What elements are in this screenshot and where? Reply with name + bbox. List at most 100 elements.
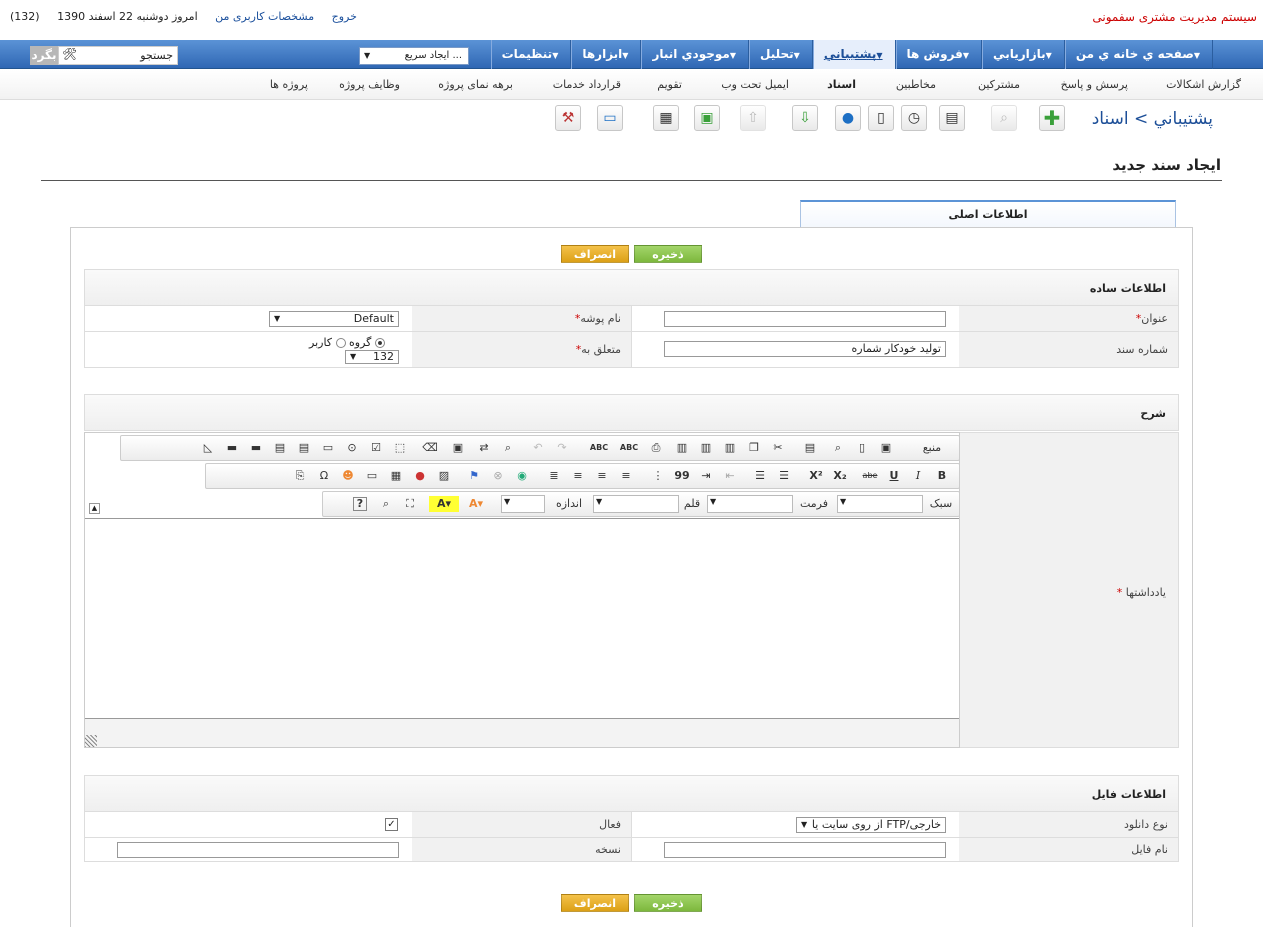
hidden-field-icon[interactable]: ◺ (199, 440, 217, 456)
templates-icon[interactable]: ▤ (801, 440, 819, 456)
preview-icon[interactable]: ⌕ (829, 440, 847, 456)
breadcrumb-current[interactable]: اسناد (1092, 109, 1129, 129)
add-icon[interactable]: ✚ (1039, 105, 1065, 131)
bg-color-icon[interactable]: A▾ (429, 496, 459, 512)
align-right-icon[interactable]: ≡ (569, 468, 587, 484)
print-icon[interactable]: ⎙ (647, 440, 665, 456)
subnav-project-milestones[interactable]: برهه نمای پروژه (438, 78, 513, 91)
link-icon[interactable]: ◉ (513, 468, 531, 484)
title-input[interactable] (664, 311, 946, 327)
save-icon[interactable]: ▣ (877, 440, 895, 456)
preview-icon[interactable]: ▦ (653, 105, 679, 131)
cut-icon[interactable]: ✂ (769, 440, 787, 456)
find-icon[interactable]: ⌕ (499, 440, 517, 456)
superscript-icon[interactable]: X² (807, 468, 825, 484)
text-color-icon[interactable]: A▾ (461, 496, 491, 512)
assign-user-select[interactable]: ▼ 132 (345, 350, 399, 364)
quick-create-select[interactable]: ▼ ایجاد سریع ... (359, 47, 469, 65)
folder-select[interactable]: ▼ Default (269, 311, 399, 327)
copy-icon[interactable]: ❐ (745, 440, 763, 456)
subnav-subscribers[interactable]: مشترکین (978, 78, 1020, 91)
page-break-icon[interactable]: ⎘ (291, 468, 309, 484)
select-all-icon[interactable]: ▣ (449, 440, 467, 456)
subscript-icon[interactable]: X₂ (831, 468, 849, 484)
maximize-icon[interactable]: ⛶ (401, 496, 419, 512)
div-container-icon[interactable]: ⋮ (649, 468, 667, 484)
search-button[interactable]: بگرد (30, 46, 58, 65)
nav-analysis[interactable]: تحليل▼ (748, 40, 813, 69)
checkbox-icon[interactable]: ☑ (367, 440, 385, 456)
numbered-list-icon[interactable]: ☰ (775, 468, 793, 484)
collapse-toolbar-icon[interactable]: ▲ (89, 503, 100, 514)
align-center-icon[interactable]: ≡ (593, 468, 611, 484)
monitor-icon[interactable]: ▭ (597, 105, 623, 131)
breadcrumb-parent[interactable]: پشتيباني (1154, 109, 1213, 129)
strikethrough-icon[interactable]: abe (861, 468, 879, 484)
size-select[interactable]: ▼ (501, 495, 545, 513)
user-radio[interactable] (374, 338, 385, 348)
help-icon[interactable]: ? (353, 497, 367, 511)
subnav-contacts[interactable]: مخاطبين (896, 78, 936, 91)
image-icon[interactable]: ▨ (435, 468, 453, 484)
subnav-project-tasks[interactable]: وظایف پروژه (339, 78, 400, 91)
form-icon[interactable]: ⬚ (391, 440, 409, 456)
nav-support[interactable]: پشتيباني▼ (812, 40, 896, 69)
group-radio[interactable] (335, 338, 346, 348)
calculator-icon[interactable]: ▯ (868, 105, 894, 131)
subnav-documents[interactable]: اسناد (827, 78, 856, 91)
logout-link[interactable]: خروج (332, 10, 357, 23)
anchor-icon[interactable]: ⚑ (465, 468, 483, 484)
download-type-select[interactable]: ▼ از روی سایت یا FTP/خارجی (796, 817, 946, 833)
image-button-icon[interactable]: ▬ (223, 440, 241, 456)
save-button[interactable]: ذخیره (634, 245, 702, 263)
nav-inventory[interactable]: موجودي انبار▼ (641, 40, 749, 69)
new-page-icon[interactable]: ▯ (853, 440, 871, 456)
active-checkbox[interactable]: ✓ (385, 818, 398, 831)
docnum-input[interactable]: تولید خودکار شماره (664, 341, 946, 357)
nav-settings[interactable]: تنظیمات▼ (490, 40, 572, 69)
outdent-icon[interactable]: ⇤ (721, 468, 739, 484)
add-file-icon[interactable]: ▣ (694, 105, 720, 131)
paste-text-icon[interactable]: ▥ (697, 440, 715, 456)
chat-icon[interactable]: ● (835, 105, 861, 131)
filename-input[interactable] (664, 842, 946, 858)
version-input[interactable] (117, 842, 399, 858)
settings-icon[interactable]: ⚒ (555, 105, 581, 131)
horizontal-rule-icon[interactable]: ▭ (363, 468, 381, 484)
table-icon[interactable]: ▦ (387, 468, 405, 484)
subnav-faq[interactable]: پرسش و پاسخ (1061, 78, 1128, 91)
font-select[interactable]: ▼ (593, 495, 679, 513)
style-select[interactable]: ▼ (837, 495, 923, 513)
clock-icon[interactable]: ◷ (901, 105, 927, 131)
notes-editor-area[interactable] (85, 518, 959, 719)
calendar-icon[interactable]: ▤ (939, 105, 965, 131)
nav-marketing[interactable]: بازاريابي▼ (982, 40, 1065, 69)
italic-icon[interactable]: I (909, 468, 927, 484)
button-field-icon[interactable]: ▬ (247, 440, 265, 456)
subnav-calendar[interactable]: تقویم (657, 78, 682, 91)
align-left-icon[interactable]: ≡ (617, 468, 635, 484)
replace-icon[interactable]: ⇄ (475, 440, 493, 456)
remove-format-icon[interactable]: ⌫ (421, 440, 439, 456)
subnav-service-contracts[interactable]: قرارداد خدمات (553, 78, 621, 91)
smiley-icon[interactable]: ☻ (339, 468, 357, 484)
special-char-icon[interactable]: Ω (315, 468, 333, 484)
cancel-button[interactable]: انصراف (561, 245, 629, 263)
textfield-icon[interactable]: ▭ (319, 440, 337, 456)
nav-home[interactable]: صفحه ي خانه ي من▼ (1064, 40, 1213, 69)
underline-icon[interactable]: U (885, 468, 903, 484)
save-button[interactable]: ذخیره (634, 894, 702, 912)
flash-icon[interactable]: ● (411, 468, 429, 484)
resize-grip-icon[interactable] (85, 735, 97, 747)
format-select[interactable]: ▼ (707, 495, 793, 513)
paste-word-icon[interactable]: ▥ (673, 440, 691, 456)
tab-main-info[interactable]: اطلاعات اصلی (800, 200, 1176, 228)
import-icon[interactable]: ⇩ (792, 105, 818, 131)
redo-icon[interactable]: ↷ (553, 440, 571, 456)
radio-icon[interactable]: ⊙ (343, 440, 361, 456)
nav-sales[interactable]: فروش ها▼ (895, 40, 983, 69)
show-blocks-icon[interactable]: ⌕ (377, 496, 395, 512)
select-field-icon[interactable]: ▤ (271, 440, 289, 456)
undo-icon[interactable]: ↶ (529, 440, 547, 456)
subnav-webmail[interactable]: ایمیل تحت وب (721, 78, 789, 91)
